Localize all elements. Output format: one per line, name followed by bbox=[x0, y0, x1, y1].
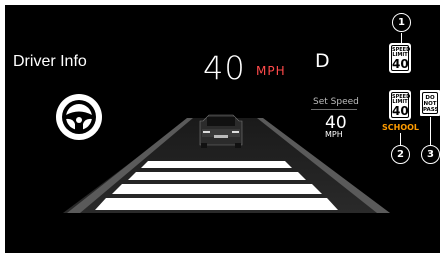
cluster-display: Driver Info 40 MPH D Set Speed 40 MPH 1 … bbox=[5, 5, 440, 253]
speed-unit: MPH bbox=[256, 64, 286, 78]
callout-1: 1 bbox=[392, 13, 411, 32]
sign-value: 40 bbox=[392, 57, 409, 71]
crosswalk-stripe bbox=[128, 172, 306, 180]
crosswalk-stripe bbox=[112, 184, 322, 194]
callout-line bbox=[400, 133, 401, 145]
set-speed-label: Set Speed bbox=[313, 97, 359, 107]
crosswalk-stripe bbox=[95, 198, 338, 210]
speed-limit-sign: SPEED LIMIT 40 bbox=[389, 43, 411, 73]
page-title: Driver Info bbox=[13, 53, 87, 70]
callout-2: 2 bbox=[391, 145, 410, 164]
set-speed-unit: MPH bbox=[325, 130, 343, 139]
current-speed: 40 bbox=[203, 49, 246, 87]
lead-vehicle-icon bbox=[199, 114, 243, 148]
school-caption: SCHOOL bbox=[382, 123, 420, 132]
divider bbox=[311, 109, 357, 110]
school-speed-limit-sign: SPEED LIMIT 40 bbox=[389, 90, 411, 120]
callout-line bbox=[430, 117, 431, 145]
do-not-pass-sign: DO NOT PASS bbox=[420, 90, 440, 116]
steering-wheel-icon bbox=[56, 94, 102, 140]
sign-value: 40 bbox=[392, 104, 409, 118]
callout-3: 3 bbox=[421, 145, 440, 164]
callout-line bbox=[401, 33, 402, 43]
sign-text: PASS bbox=[423, 107, 439, 113]
gear-indicator: D bbox=[315, 50, 330, 72]
crosswalk-stripe bbox=[141, 161, 292, 168]
